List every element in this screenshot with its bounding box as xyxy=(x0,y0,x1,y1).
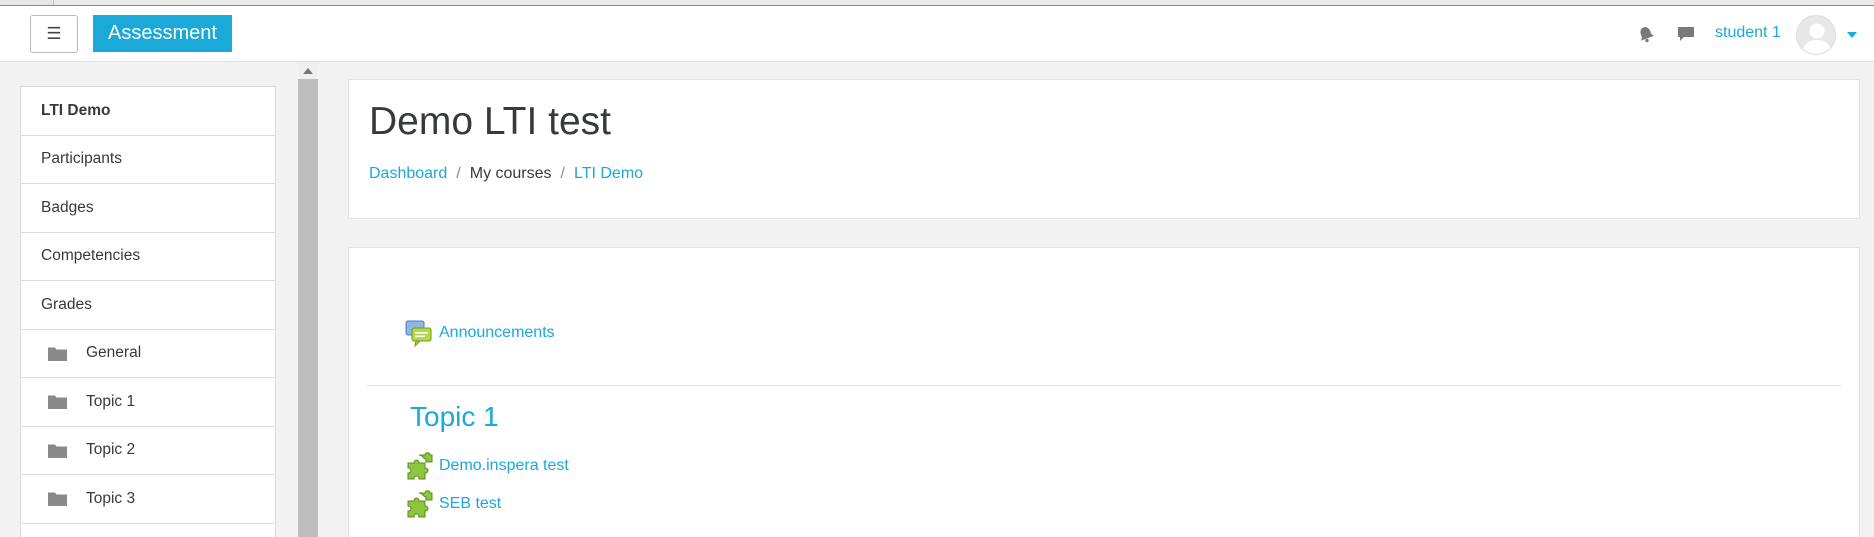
drawer-item-badges[interactable]: Badges xyxy=(21,184,275,233)
drawer-item-course[interactable]: LTI Demo xyxy=(21,87,275,136)
drawer-item-label: Topic 2 xyxy=(86,441,136,459)
breadcrumb-separator: / xyxy=(456,165,461,182)
drawer-item-label: Badges xyxy=(41,198,94,216)
breadcrumb-dashboard[interactable]: Dashboard xyxy=(369,165,447,183)
folder-icon xyxy=(48,395,67,410)
page-header: Demo LTI test Dashboard / My courses / L… xyxy=(348,79,1860,219)
activity-demo-inspera[interactable]: Demo.inspera test xyxy=(405,451,569,481)
section-divider xyxy=(367,385,1841,386)
messages-chat-icon[interactable] xyxy=(1675,23,1697,45)
puzzle-icon xyxy=(407,490,433,518)
drawer-item-general[interactable]: General xyxy=(21,330,275,378)
drawer-item-label: Participants xyxy=(41,150,122,168)
avatar-placeholder-icon xyxy=(1802,23,1832,54)
drawer-item-label: Topic 3 xyxy=(86,489,136,507)
drawer-item-label: Topic 1 xyxy=(86,392,136,410)
folder-icon xyxy=(48,444,67,458)
breadcrumb-my-courses: My courses xyxy=(469,165,552,182)
activity-label: SEB test xyxy=(439,495,502,512)
drawer-item-participants[interactable]: Participants xyxy=(21,136,275,184)
drawer-item-grades[interactable]: Grades xyxy=(21,281,275,330)
scroll-up-arrow-icon[interactable] xyxy=(303,68,313,74)
notifications-bell-icon[interactable] xyxy=(1636,24,1656,44)
user-menu-name[interactable]: student 1 xyxy=(1715,24,1781,42)
folder-icon xyxy=(48,492,67,507)
puzzle-icon xyxy=(407,452,433,480)
breadcrumb: Dashboard / My courses / LTI Demo xyxy=(369,165,643,183)
drawer-item-topic-3[interactable]: Topic 3 xyxy=(21,475,275,524)
drawer-item-competencies[interactable]: Competencies xyxy=(21,233,275,281)
browser-tab-stub xyxy=(0,0,54,5)
user-avatar[interactable] xyxy=(1796,15,1836,55)
page-title: Demo LTI test xyxy=(369,100,612,143)
announcements-label: Announcements xyxy=(439,324,555,341)
drawer-item-label: Grades xyxy=(41,295,92,313)
activity-seb-test[interactable]: SEB test xyxy=(405,489,501,519)
drawer-item-label: General xyxy=(86,344,142,362)
drawer-item-topic-2[interactable]: Topic 2 xyxy=(21,427,275,475)
drawer-toggle-button[interactable]: ☰ xyxy=(30,15,78,53)
drawer-scrollbar-thumb[interactable] xyxy=(298,79,318,537)
activity-label: Demo.inspera test xyxy=(439,457,569,474)
course-content: Announcements Topic 1 Demo.inspera test … xyxy=(348,247,1860,537)
drawer-item-label: LTI Demo xyxy=(41,101,111,119)
user-menu-caret-icon[interactable] xyxy=(1847,32,1857,38)
forum-icon xyxy=(405,320,432,348)
breadcrumb-separator: / xyxy=(560,165,565,182)
folder-icon xyxy=(48,347,67,361)
section-title[interactable]: Topic 1 xyxy=(410,401,499,433)
top-navbar: ☰ Assessment student 1 xyxy=(0,6,1874,62)
nav-drawer: LTI Demo Participants Badges Competencie… xyxy=(20,86,276,537)
drawer-item-topic-1[interactable]: Topic 1 xyxy=(21,378,275,427)
site-brand-link[interactable]: Assessment xyxy=(93,15,232,52)
announcements-link[interactable]: Announcements xyxy=(405,318,555,348)
drawer-item-label: Competencies xyxy=(41,247,141,265)
breadcrumb-course[interactable]: LTI Demo xyxy=(574,165,643,183)
